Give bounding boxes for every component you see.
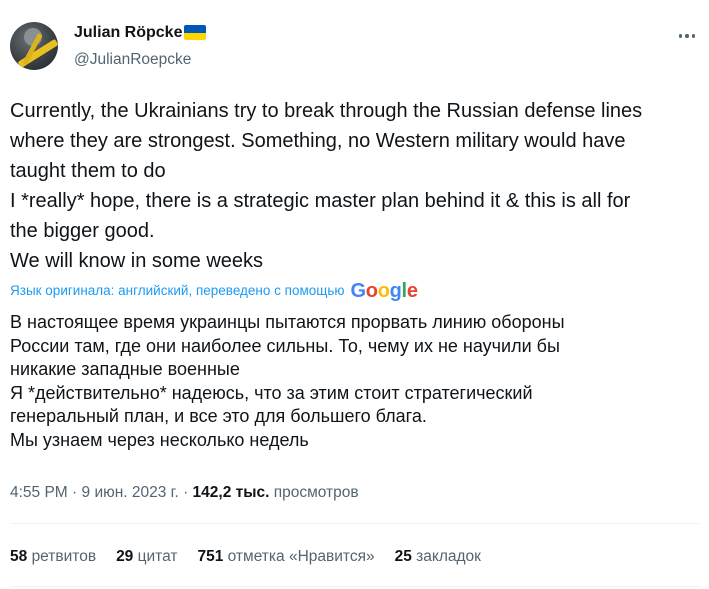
tweet-time[interactable]: 4:55 PM	[10, 484, 68, 501]
author-handle[interactable]: @JulianRoepcke	[74, 49, 206, 71]
engagement-stats: 58 ретвитов 29 цитат 751 отметка «Нравит…	[10, 546, 501, 568]
translated-text-line: В настоящее время украинцы пытаются прор…	[10, 312, 565, 332]
author-names: Julian Röpcke @JulianRoepcke	[74, 22, 207, 71]
likes-stat[interactable]: 751 отметка «Нравится»	[197, 546, 374, 568]
quotes-label: цитат	[137, 548, 178, 565]
meta-separator: ·	[178, 484, 193, 501]
translated-text-line: России там, где они наиболее сильны. То,…	[10, 335, 560, 356]
tweet-text: Currently, the Ukrainians try to break t…	[10, 96, 700, 276]
retweets-label: ретвитов	[31, 548, 97, 565]
avatar[interactable]	[10, 22, 58, 70]
divider	[10, 586, 700, 587]
translation-notice-label[interactable]: Язык оригинала: английский, переведено с…	[10, 279, 345, 303]
tweet-date[interactable]: 9 июн. 2023 г.	[82, 484, 179, 501]
tweet-text-line: the bigger good.	[10, 220, 155, 242]
author-display-name-row[interactable]: Julian Röpcke	[74, 22, 207, 44]
tweet-text-line: I *really* hope, there is a strategic ma…	[10, 190, 631, 212]
retweets-count: 58	[10, 548, 28, 565]
bookmarks-stat[interactable]: 25 закладок	[395, 546, 481, 568]
quotes-count: 29	[116, 548, 134, 565]
tweet-header: Julian Röpcke @JulianRoepcke	[10, 22, 700, 78]
translated-text-line: Мы узнаем через несколько недель	[10, 429, 309, 450]
google-logo: Google	[350, 280, 418, 302]
likes-count: 751	[197, 548, 224, 565]
translated-text-line: Я *действительно* надеюсь, что за этим с…	[10, 382, 533, 403]
tweet-text-line: where they are strongest. Something, no …	[10, 130, 626, 152]
views-count: 142,2 тыс.	[192, 484, 270, 501]
views-label: просмотров	[273, 484, 359, 501]
more-options-icon[interactable]	[676, 25, 698, 47]
translation-notice[interactable]: Язык оригинала: английский, переведено с…	[10, 279, 418, 303]
meta-separator: ·	[67, 484, 82, 501]
ukraine-flag-icon	[184, 25, 207, 40]
retweets-stat[interactable]: 58 ретвитов	[10, 546, 96, 568]
translated-text: В настоящее время украинцы пытаются прор…	[10, 311, 700, 452]
tweet-meta: 4:55 PM · 9 июн. 2023 г. · 142,2 тыс. пр…	[10, 482, 359, 504]
tweet-text-line: taught them to do	[10, 160, 166, 182]
bookmarks-label: закладок	[416, 548, 481, 565]
translated-text-line: никакие западные военные	[10, 359, 240, 379]
author-display-name[interactable]: Julian Röpcke	[74, 22, 182, 44]
quotes-stat[interactable]: 29 цитат	[116, 546, 177, 568]
tweet-text-line: We will know in some weeks	[10, 250, 264, 272]
tweet-text-line: Currently, the Ukrainians try to break t…	[10, 100, 643, 122]
divider	[10, 523, 700, 524]
likes-label: отметка «Нравится»	[227, 548, 375, 565]
translated-text-line: генеральный план, и все это для большего…	[10, 406, 427, 426]
bookmarks-count: 25	[394, 548, 412, 565]
